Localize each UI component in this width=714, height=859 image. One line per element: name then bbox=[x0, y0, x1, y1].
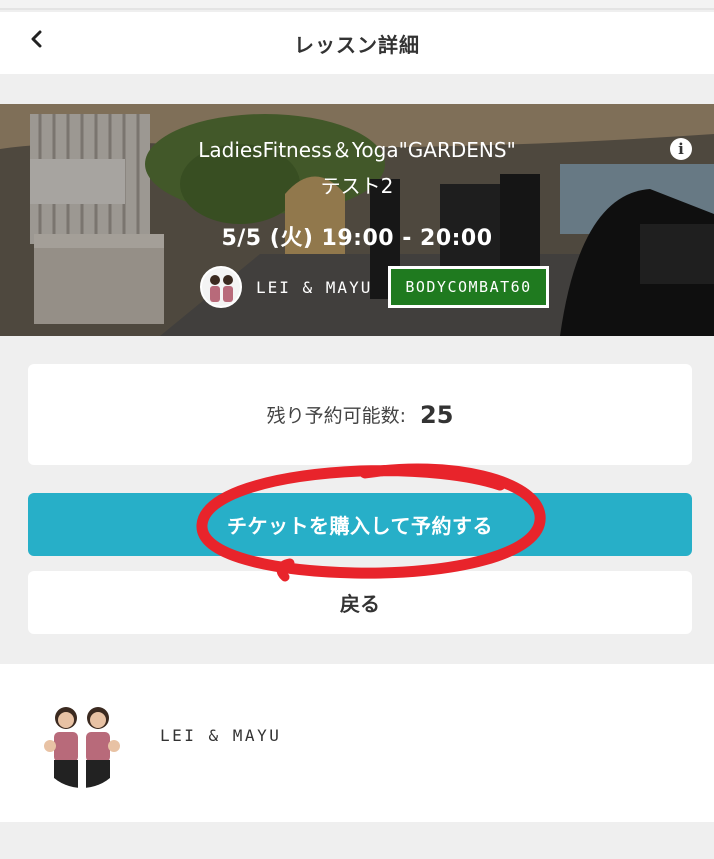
avatar bbox=[200, 266, 242, 308]
remaining-slots-label: 残り予約可能数: bbox=[266, 405, 406, 427]
lesson-hero: LadiesFitness＆Yoga"GARDENS" テスト2 5/5 (火)… bbox=[0, 104, 714, 336]
lesson-name: テスト2 bbox=[320, 174, 394, 198]
info-icon[interactable]: i bbox=[670, 138, 692, 160]
program-badge: BODYCOMBAT60 bbox=[388, 266, 549, 308]
purchase-and-reserve-button[interactable]: チケットを購入して予約する bbox=[28, 493, 692, 556]
instructor-section: LEI & MAYU bbox=[0, 664, 714, 822]
top-divider bbox=[0, 0, 714, 10]
instructor-row: LEI & MAYU BODYCOMBAT60 bbox=[200, 266, 549, 308]
lesson-datetime: 5/5 (火) 19:00 - 20:00 bbox=[221, 226, 493, 251]
page-title: レッスン詳細 bbox=[294, 32, 420, 57]
header: レッスン詳細 bbox=[0, 12, 714, 74]
remaining-slots-value: 25 bbox=[420, 400, 454, 429]
remaining-slots-card: 残り予約可能数: 25 bbox=[28, 364, 692, 465]
back-text-button[interactable]: 戻る bbox=[28, 571, 692, 634]
instructor-name: LEI & MAYU bbox=[256, 277, 373, 297]
chevron-left-icon bbox=[30, 30, 44, 52]
instructor-name-large: LEI & MAYU bbox=[160, 726, 282, 745]
back-button[interactable] bbox=[22, 26, 52, 56]
instructor-avatar[interactable] bbox=[38, 696, 126, 788]
studio-name: LadiesFitness＆Yoga"GARDENS" bbox=[198, 138, 516, 162]
